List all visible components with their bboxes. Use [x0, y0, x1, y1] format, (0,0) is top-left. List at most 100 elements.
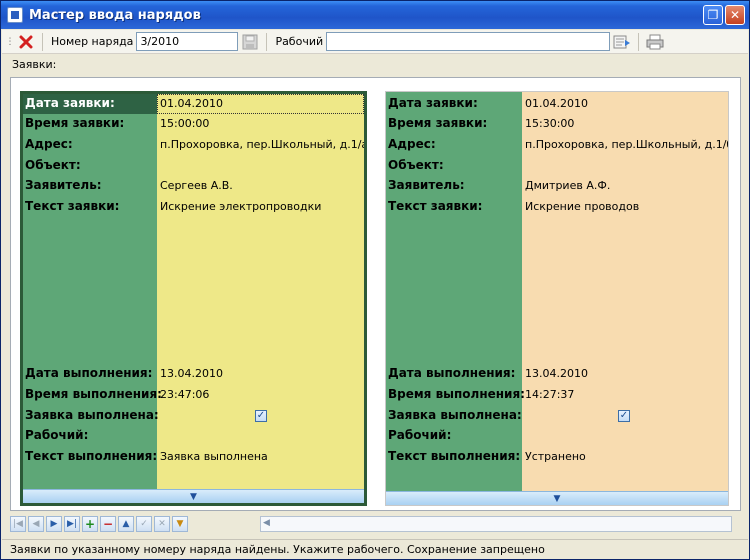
completion-time-row[interactable]: Время выполнения: 14:27:37	[386, 385, 728, 405]
restore-button[interactable]: ❐	[703, 5, 723, 25]
select-worker-icon[interactable]	[613, 33, 631, 51]
toolbar-grip-icon[interactable]: ⋮	[6, 34, 15, 50]
order-number-input[interactable]	[136, 32, 239, 51]
applicant-row[interactable]: Заявитель: Сергеев А.В.	[23, 176, 364, 196]
request-text-row[interactable]: Текст заявки: Искрение проводов	[386, 197, 728, 217]
delete-record-button[interactable]: −	[100, 516, 116, 532]
address-label: Адрес:	[25, 137, 73, 151]
prev-record-button[interactable]: ◀	[28, 516, 44, 532]
completion-time-value[interactable]: 23:47:06	[160, 388, 209, 401]
address-row[interactable]: Адрес: п.Прохоровка, пер.Школьный, д.1/а	[23, 135, 364, 155]
request-date-label-cell: Дата заявки:	[23, 94, 157, 114]
request-date-row[interactable]: Дата заявки: 01.04.2010	[386, 94, 728, 114]
worker-row[interactable]: Рабочий:	[23, 426, 364, 446]
applicant-label: Заявитель:	[388, 178, 465, 192]
request-date-value[interactable]: 01.04.2010	[525, 97, 588, 110]
app-icon[interactable]	[7, 7, 23, 23]
object-row[interactable]: Объект:	[23, 156, 364, 176]
chevron-down-icon: ▼	[553, 493, 561, 504]
request-date-row[interactable]: Дата заявки: 01.04.2010	[23, 94, 364, 114]
status-text: Заявки по указанному номеру наряда найде…	[10, 543, 545, 556]
request-card[interactable]: Дата заявки: 01.04.2010 Время заявки: 15…	[385, 91, 729, 506]
window-controls: ❐ ✕	[703, 5, 745, 25]
completion-date-row[interactable]: Дата выполнения: 13.04.2010	[386, 364, 728, 384]
order-number-label: Номер наряда	[51, 35, 134, 48]
worker-label: Рабочий	[275, 35, 324, 48]
worker-row[interactable]: Рабочий:	[386, 426, 728, 446]
request-text-label: Текст заявки:	[25, 199, 120, 213]
address-value[interactable]: п.Прохоровка, пер.Школьный, д.1/а	[160, 138, 364, 151]
request-time-row[interactable]: Время заявки: 15:30:00	[386, 114, 728, 134]
record-navigator: |◀ ◀ ▶ ▶| + − ▲ ✓ ✕ ▼ ◀	[10, 514, 741, 534]
completed-label: Заявка выполнена:	[25, 408, 159, 422]
request-time-label: Время заявки:	[25, 116, 125, 130]
next-record-button[interactable]: ▶	[46, 516, 62, 532]
app-window: Мастер ввода нарядов ❐ ✕ ⋮ Номер наряда …	[0, 0, 750, 560]
object-row[interactable]: Объект:	[386, 156, 728, 176]
request-time-row[interactable]: Время заявки: 15:00:00	[23, 114, 364, 134]
requests-section-label: Заявки:	[12, 58, 57, 71]
card-scroll-down-button[interactable]: ▼	[23, 489, 364, 503]
filter-button[interactable]: ▼	[172, 516, 188, 532]
completion-text-value[interactable]: Устранено	[525, 450, 586, 463]
completed-row[interactable]: Заявка выполнена: ✓	[23, 406, 364, 426]
request-text-row[interactable]: Текст заявки: Искрение электропроводки	[23, 197, 364, 217]
edit-record-button[interactable]: ▲	[118, 516, 134, 532]
request-card[interactable]: Дата заявки: 01.04.2010 Время заявки: 15…	[20, 91, 367, 506]
print-icon[interactable]	[646, 33, 664, 51]
request-text-label: Текст заявки:	[388, 199, 483, 213]
completion-text-value[interactable]: Заявка выполнена	[160, 450, 268, 463]
completion-time-value[interactable]: 14:27:37	[525, 388, 574, 401]
completion-date-value[interactable]: 13.04.2010	[525, 367, 588, 380]
completion-date-value[interactable]: 13.04.2010	[160, 367, 223, 380]
completion-time-row[interactable]: Время выполнения: 23:47:06	[23, 385, 364, 405]
request-date-label: Дата заявки:	[25, 96, 115, 110]
scroll-left-icon[interactable]: ◀	[263, 518, 270, 528]
completion-date-label: Дата выполнения:	[25, 366, 153, 380]
request-time-value[interactable]: 15:00:00	[160, 117, 209, 130]
request-text-value[interactable]: Искрение проводов	[525, 200, 639, 213]
completion-text-label: Текст выполнения:	[25, 449, 158, 463]
completed-label: Заявка выполнена:	[388, 408, 522, 422]
cancel-record-button[interactable]: ✕	[154, 516, 170, 532]
delete-icon[interactable]	[17, 33, 35, 51]
completion-text-row[interactable]: Текст выполнения: Заявка выполнена	[23, 447, 364, 467]
chevron-down-icon: ▼	[190, 491, 197, 502]
completion-text-label: Текст выполнения:	[388, 449, 521, 463]
completion-date-label: Дата выполнения:	[388, 366, 516, 380]
worker-input[interactable]	[326, 32, 611, 51]
request-time-label: Время заявки:	[388, 116, 488, 130]
completion-date-row[interactable]: Дата выполнения: 13.04.2010	[23, 364, 364, 384]
object-label: Объект:	[388, 158, 444, 172]
worker-label: Рабочий:	[25, 428, 89, 442]
applicant-value[interactable]: Сергеев А.В.	[160, 179, 233, 192]
address-row[interactable]: Адрес: п.Прохоровка, пер.Школьный, д.1/б	[386, 135, 728, 155]
close-button[interactable]: ✕	[725, 5, 745, 25]
request-date-value[interactable]: 01.04.2010	[160, 97, 223, 110]
last-record-button[interactable]: ▶|	[64, 516, 80, 532]
object-label: Объект:	[25, 158, 81, 172]
toolbar: ⋮ Номер наряда Рабочий	[2, 30, 748, 54]
add-record-button[interactable]: +	[82, 516, 98, 532]
completion-time-label: Время выполнения:	[388, 387, 525, 401]
completion-text-row[interactable]: Текст выполнения: Устранено	[386, 447, 728, 467]
completed-checkbox[interactable]: ✓	[618, 410, 630, 422]
applicant-value[interactable]: Дмитриев А.Ф.	[525, 179, 610, 192]
title-bar[interactable]: Мастер ввода нарядов ❐ ✕	[1, 1, 749, 29]
completed-row[interactable]: Заявка выполнена: ✓	[386, 406, 728, 426]
first-record-button[interactable]: |◀	[10, 516, 26, 532]
toolbar-separator	[638, 32, 640, 51]
request-time-value[interactable]: 15:30:00	[525, 117, 574, 130]
applicant-row[interactable]: Заявитель: Дмитриев А.Ф.	[386, 176, 728, 196]
requests-panel: Дата заявки: 01.04.2010 Время заявки: 15…	[10, 77, 741, 511]
save-icon[interactable]	[241, 33, 259, 51]
completion-time-label: Время выполнения:	[25, 387, 162, 401]
toolbar-separator	[42, 32, 43, 51]
completed-checkbox[interactable]: ✓	[255, 410, 267, 422]
address-value[interactable]: п.Прохоровка, пер.Школьный, д.1/б	[525, 138, 728, 151]
request-text-value[interactable]: Искрение электропроводки	[160, 200, 321, 213]
horizontal-scrollbar[interactable]: ◀	[260, 516, 732, 532]
post-record-button[interactable]: ✓	[136, 516, 152, 532]
card-scroll-down-button[interactable]: ▼	[386, 491, 728, 505]
applicant-label: Заявитель:	[25, 178, 102, 192]
